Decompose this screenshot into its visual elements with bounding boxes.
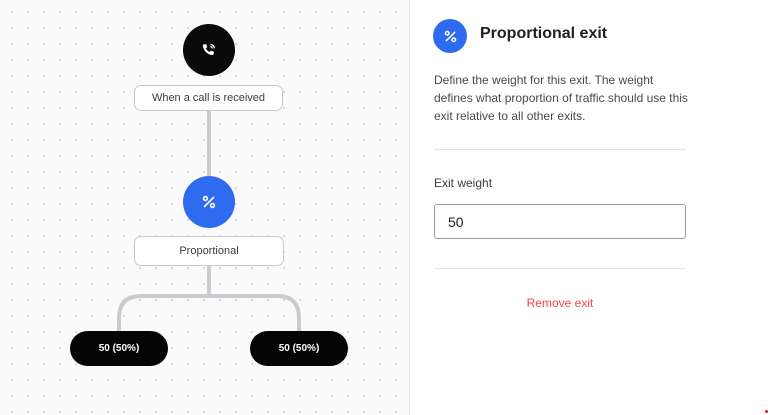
panel-title: Proportional exit xyxy=(480,25,608,42)
panel-percent-icon xyxy=(433,19,467,53)
phone-incoming-icon xyxy=(202,43,216,56)
panel-divider xyxy=(434,149,686,150)
proportional-node-label[interactable]: Proportional xyxy=(134,236,284,266)
percent-icon xyxy=(202,195,216,209)
flow-canvas[interactable]: When a call is received Proportional 50 … xyxy=(0,0,410,415)
trigger-node-label[interactable]: When a call is received xyxy=(134,85,283,111)
exit-node-1[interactable]: 50 (50%) xyxy=(70,331,168,366)
connector-branch xyxy=(117,294,301,331)
exit-weight-label: Exit weight xyxy=(434,176,493,190)
panel-divider xyxy=(434,268,686,269)
remove-exit-button[interactable]: Remove exit xyxy=(500,296,620,310)
exit-weight-input[interactable] xyxy=(434,204,686,239)
proportional-node[interactable] xyxy=(183,176,235,228)
percent-icon xyxy=(444,30,456,42)
panel-description: Define the weight for this exit. The wei… xyxy=(434,73,688,123)
status-dot xyxy=(765,410,768,413)
exit-node-2[interactable]: 50 (50%) xyxy=(250,331,348,366)
trigger-node[interactable] xyxy=(183,24,235,76)
